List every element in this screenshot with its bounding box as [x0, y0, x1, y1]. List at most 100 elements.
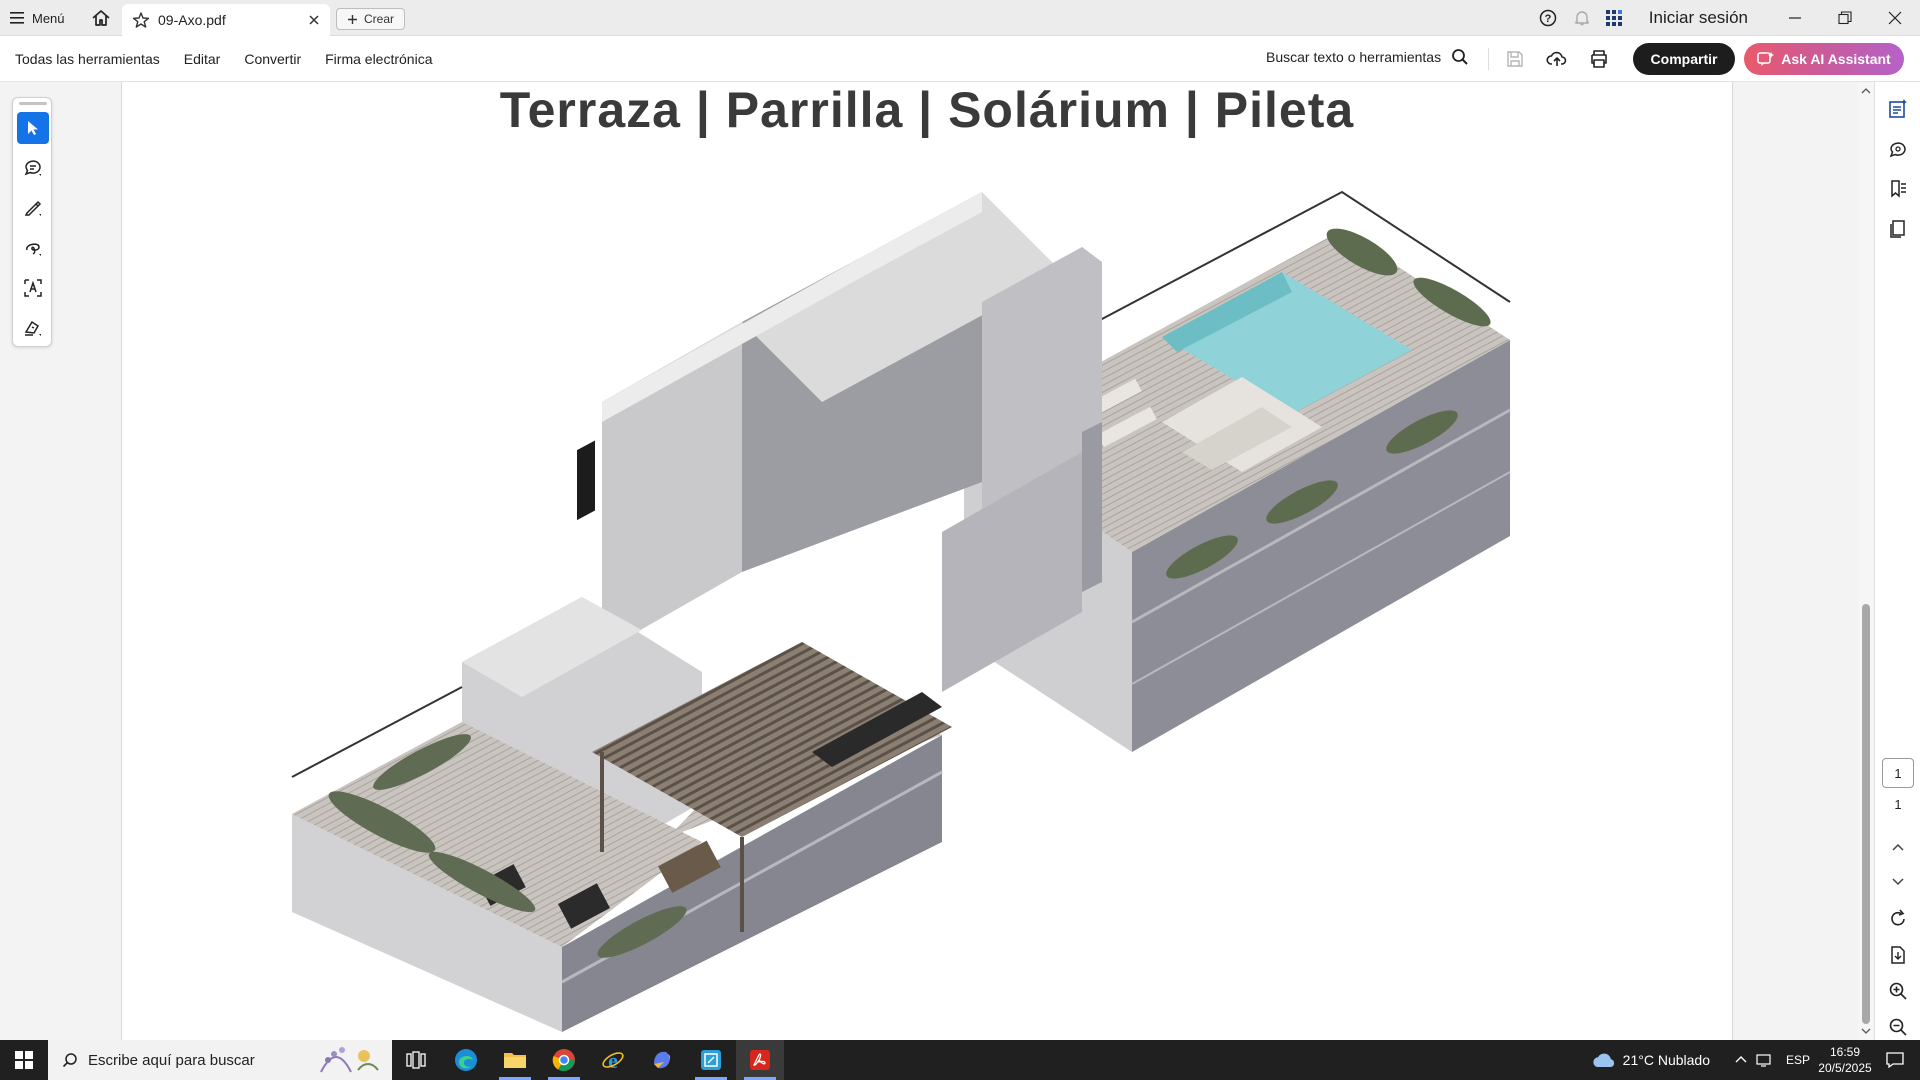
clock-date: 20/5/2025 — [1818, 1061, 1872, 1075]
draw-tool[interactable] — [17, 232, 49, 264]
comment-tool[interactable] — [17, 152, 49, 184]
task-view-icon — [406, 1051, 426, 1069]
svg-text:e: e — [608, 1048, 618, 1072]
internet-explorer-icon: e — [602, 1048, 624, 1072]
window-close-icon — [1888, 11, 1902, 25]
search-tools-label: Buscar texto o herramientas — [1266, 49, 1442, 65]
page-properties-icon[interactable] — [1887, 944, 1909, 966]
taskbar-internet-explorer[interactable]: e — [589, 1040, 637, 1080]
menu-item-edit[interactable]: Editar — [184, 51, 221, 67]
vertical-scrollbar[interactable] — [1858, 82, 1874, 1040]
search-icon — [62, 1053, 77, 1068]
apps-grid-icon[interactable] — [1603, 7, 1625, 29]
scroll-up-arrow-icon[interactable] — [1861, 86, 1871, 96]
ai-assistant-button[interactable]: Ask AI Assistant — [1744, 43, 1904, 75]
fountain-pen-icon — [24, 320, 41, 336]
ai-assistant-label: Ask AI Assistant — [1781, 51, 1891, 67]
bell-icon[interactable] — [1571, 7, 1593, 29]
search-highlight-icon — [320, 1047, 379, 1073]
cursor-arrow-icon — [28, 121, 38, 135]
drag-handle[interactable] — [19, 102, 47, 105]
comments-panel-icon[interactable] — [1887, 138, 1909, 160]
start-button[interactable] — [0, 1040, 48, 1080]
search-tools-button[interactable]: Buscar texto o herramientas — [1266, 48, 1469, 66]
sign-tool[interactable] — [17, 312, 49, 344]
network-icon[interactable] — [1756, 1053, 1774, 1067]
scroll-down-arrow-icon[interactable] — [1861, 1026, 1871, 1036]
minimize-button[interactable] — [1770, 0, 1820, 36]
task-view-button[interactable] — [392, 1040, 440, 1080]
taskbar-snipping-app[interactable] — [687, 1040, 735, 1080]
pen-icon — [24, 200, 42, 216]
toolbar-divider — [1488, 48, 1489, 70]
signin-link[interactable]: Iniciar sesión — [1649, 8, 1748, 28]
menu-item-convert[interactable]: Convertir — [244, 51, 301, 67]
folder-icon — [504, 1053, 526, 1068]
chrome-browser-icon — [552, 1049, 575, 1071]
restore-button[interactable] — [1820, 0, 1870, 36]
menu-button[interactable]: Menú — [10, 8, 65, 28]
notifications-icon[interactable] — [1886, 1052, 1904, 1068]
save-icon[interactable] — [1504, 48, 1526, 70]
clock[interactable]: 16:59 20/5/2025 — [1810, 1044, 1880, 1076]
taskbar-search-box[interactable]: Escribe aquí para buscar — [48, 1040, 392, 1080]
weather-label[interactable]: 21°C Nublado — [1623, 1052, 1710, 1068]
taskbar-acrobat[interactable] — [736, 1040, 784, 1080]
windows-taskbar: Escribe aquí para buscar e 21°C Nublado … — [0, 1040, 1920, 1080]
home-button[interactable] — [90, 7, 112, 29]
total-pages: 1 — [1894, 797, 1902, 812]
rotate-icon[interactable] — [1887, 908, 1909, 930]
search-icon — [1452, 49, 1468, 65]
minimize-icon — [1789, 17, 1801, 19]
select-tool[interactable] — [17, 112, 49, 144]
text-select-icon — [24, 279, 42, 297]
windows-logo-icon — [15, 1051, 33, 1069]
star-icon[interactable] — [132, 11, 150, 29]
system-tray: 21°C Nublado ESP 16:59 20/5/2025 — [1591, 1040, 1920, 1080]
next-page-icon[interactable] — [1887, 870, 1909, 892]
language-indicator[interactable]: ESP — [1786, 1053, 1810, 1067]
help-icon[interactable]: ? — [1537, 7, 1559, 29]
text-recognition-tool[interactable] — [17, 272, 49, 304]
taskbar-copilot[interactable] — [638, 1040, 686, 1080]
zoom-in-icon[interactable] — [1887, 980, 1909, 1002]
taskbar-edge[interactable] — [442, 1040, 490, 1080]
menu-item-all-tools[interactable]: Todas las herramientas — [15, 51, 160, 67]
bookmarks-icon[interactable] — [1887, 178, 1909, 200]
main-toolbar: Todas las herramientas Editar Convertir … — [0, 36, 1920, 82]
menu-item-e-sign[interactable]: Firma electrónica — [325, 51, 432, 67]
window-close-button[interactable] — [1870, 0, 1920, 36]
home-icon — [92, 10, 110, 26]
taskbar-chrome[interactable] — [540, 1040, 588, 1080]
zoom-out-icon[interactable] — [1887, 1016, 1909, 1038]
restore-icon — [1838, 11, 1852, 25]
taskbar-file-explorer[interactable] — [491, 1040, 539, 1080]
tools-menu: Todas las herramientas Editar Convertir … — [15, 36, 433, 82]
acrobat-icon — [750, 1050, 770, 1070]
cloud-weather-icon — [1593, 1053, 1614, 1067]
create-button[interactable]: Crear — [336, 8, 406, 30]
ai-sparkle-icon — [1757, 52, 1775, 66]
share-button[interactable]: Compartir — [1633, 43, 1735, 75]
copilot-icon — [654, 1051, 670, 1069]
document-tab[interactable]: 09-Axo.pdf — [122, 4, 330, 36]
right-gutter — [1732, 82, 1858, 1040]
quick-tools-panel — [12, 97, 52, 347]
current-page-input[interactable]: 1 — [1882, 758, 1914, 788]
previous-page-icon[interactable] — [1887, 836, 1909, 858]
right-side-panel: 1 1 — [1874, 82, 1920, 1040]
cloud-upload-icon[interactable] — [1546, 48, 1568, 70]
pages-thumbnails-icon[interactable] — [1887, 218, 1909, 240]
chevron-up-icon[interactable] — [1734, 1053, 1748, 1067]
ai-summary-icon[interactable] — [1887, 98, 1909, 120]
close-icon[interactable] — [304, 10, 324, 30]
highlight-tool[interactable] — [17, 192, 49, 224]
freehand-draw-icon — [26, 243, 41, 256]
svg-text:?: ? — [1544, 13, 1551, 25]
scroll-thumb[interactable] — [1862, 604, 1870, 1024]
axonometric-rendering — [291, 190, 1511, 1032]
print-icon[interactable] — [1588, 48, 1610, 70]
tab-title: 09-Axo.pdf — [158, 12, 226, 28]
menu-label: Menú — [32, 10, 65, 26]
document-viewport[interactable]: Terraza | Parrilla | Solárium | Pileta — [122, 82, 1732, 1040]
